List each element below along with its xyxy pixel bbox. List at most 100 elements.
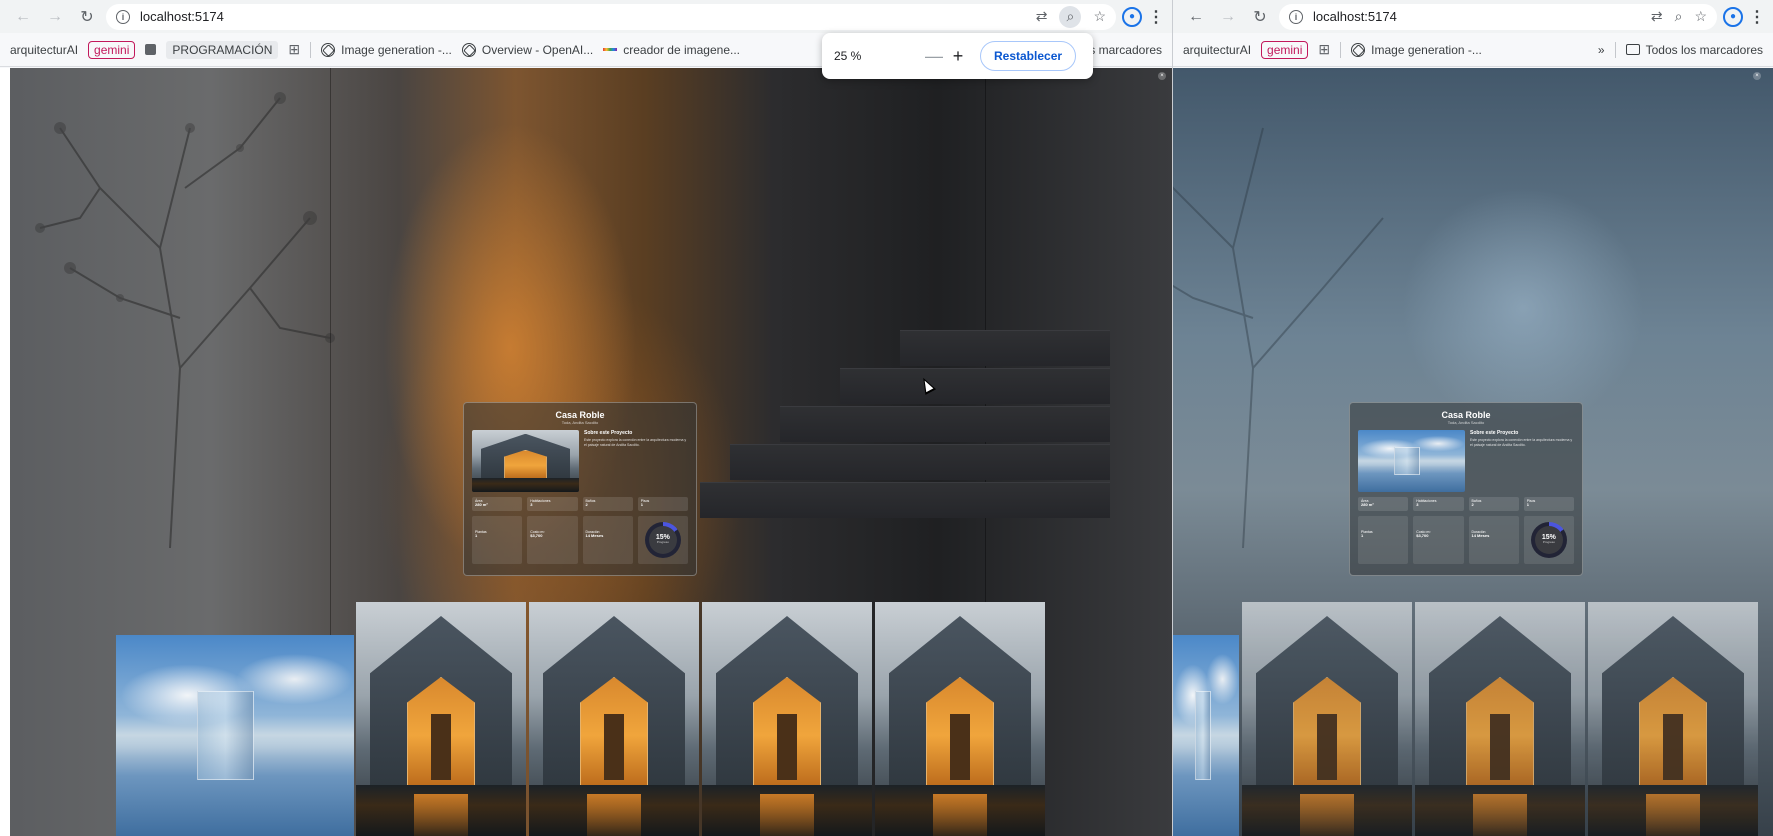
zoom-out-button[interactable]: — xyxy=(922,46,946,67)
address-bar[interactable]: i localhost:5174 ⇄ ⌕ ☆ xyxy=(106,3,1116,30)
project-image xyxy=(1358,430,1465,492)
bookmark-label: Image generation -... xyxy=(341,42,452,57)
star-icon[interactable]: ☆ xyxy=(1694,8,1707,25)
back-icon[interactable]: ← xyxy=(10,4,36,30)
gallery-thumb-house[interactable] xyxy=(529,602,699,836)
water-shape xyxy=(472,478,579,492)
stat-value: 3 xyxy=(1416,502,1419,507)
bookmark-separator xyxy=(310,41,312,58)
gallery-thumb-house[interactable] xyxy=(1242,602,1412,836)
menu-icon[interactable]: ⋮ xyxy=(1148,7,1164,27)
close-icon[interactable]: × xyxy=(1753,72,1761,80)
metric-plants: Plantas 1 xyxy=(472,516,523,564)
bookmark-image-generation[interactable]: Image generation -... xyxy=(1351,42,1482,57)
back-icon[interactable]: ← xyxy=(1183,4,1209,30)
bookmark-creador-imagenes[interactable]: creador de imagene... xyxy=(603,43,740,57)
translate-icon[interactable]: ⇄ xyxy=(1036,8,1048,25)
bookmark-arquitecturai[interactable]: arquitecturAI xyxy=(10,43,78,57)
url-text: localhost:5174 xyxy=(1313,9,1397,24)
reflection-shape xyxy=(1472,793,1528,836)
stat-rooms: Habitaciones 3 xyxy=(1413,497,1464,511)
profile-icon[interactable]: ● xyxy=(1122,6,1142,27)
page-viewport: × Casa Roble Toda, Andita Sacdito Sobre … xyxy=(1173,68,1773,836)
metric-value: 1 xyxy=(1361,533,1364,538)
grid-icon[interactable]: ⊞ xyxy=(288,41,300,58)
reload-icon[interactable]: ↻ xyxy=(1247,4,1273,30)
gauge-center: 15% Progreso xyxy=(1534,526,1563,554)
metric-cost: Costo m² $3,700 xyxy=(527,516,578,564)
stat-value: 2 xyxy=(585,502,588,507)
star-icon[interactable]: ☆ xyxy=(1093,8,1106,25)
menu-icon[interactable]: ⋮ xyxy=(1749,7,1765,27)
bookmark-gemini[interactable]: gemini xyxy=(1261,40,1309,59)
profile-icon[interactable]: ● xyxy=(1723,6,1743,27)
house-door xyxy=(1489,714,1511,780)
address-bar[interactable]: i localhost:5174 ⇄ ⌕ ☆ xyxy=(1279,3,1717,30)
forward-icon[interactable]: → xyxy=(42,4,68,30)
bookmark-arquitecturai[interactable]: arquitecturAI xyxy=(1183,43,1251,57)
project-card: Casa Roble Toda, Andita Sacdito Sobre es… xyxy=(463,402,697,576)
project-title: Casa Roble xyxy=(555,410,605,420)
close-icon[interactable]: × xyxy=(1158,72,1166,80)
house-door xyxy=(1662,714,1684,780)
gallery-thumb-house[interactable] xyxy=(875,602,1045,836)
bookmark-image-generation[interactable]: Image generation -... xyxy=(321,42,452,57)
forward-icon[interactable]: → xyxy=(1215,4,1241,30)
gallery-thumb-house[interactable] xyxy=(1415,602,1585,836)
zoom-in-button[interactable]: + xyxy=(946,46,970,67)
bookmarks-overflow-button[interactable]: » xyxy=(1598,43,1605,57)
stairs-shape xyxy=(700,330,1110,580)
zoom-icon[interactable]: ⌕ xyxy=(1059,5,1082,28)
stat-floors: Pisos 1 xyxy=(637,497,688,511)
project-metrics: Plantas 1 Costo m² $3,700 Duración 14 Meses… xyxy=(472,516,688,564)
zoom-popup: 25 % — + Restablecer xyxy=(822,33,1093,79)
project-image xyxy=(472,430,579,492)
about-text: Este proyecto explora la conexión entre … xyxy=(584,438,687,447)
gallery-thumb-house[interactable] xyxy=(702,602,872,836)
info-icon[interactable]: i xyxy=(116,9,130,24)
bookmark-programacion[interactable]: PROGRAMACIÓN xyxy=(166,40,279,59)
house-door xyxy=(430,714,452,780)
reflection-shape xyxy=(1299,793,1355,836)
gallery-thumb-glass-cube[interactable] xyxy=(1173,635,1239,836)
metric-plants: Plantas 1 xyxy=(1358,516,1409,564)
metric-value: 14 Meses xyxy=(585,533,604,538)
translate-icon[interactable]: ⇄ xyxy=(1651,8,1663,25)
stat-value: 280 m² xyxy=(1361,502,1374,507)
info-icon[interactable]: i xyxy=(1289,9,1303,24)
bookmark-all-folder[interactable]: Todos los marcadores xyxy=(1625,43,1763,57)
gauge-ring: 15% Progreso xyxy=(644,522,681,558)
zoom-icon[interactable]: ⌕ xyxy=(1675,8,1683,25)
reflection-shape xyxy=(586,793,642,836)
gallery-thumb-glass-cube[interactable] xyxy=(116,635,354,836)
tree-silhouette xyxy=(35,92,335,548)
progress-gauge: 15% Progreso xyxy=(1523,516,1574,564)
gallery-thumb-house[interactable] xyxy=(356,602,526,836)
grid-icon[interactable]: ⊞ xyxy=(1318,41,1330,58)
stat-floors: Pisos 1 xyxy=(1523,497,1574,511)
reload-icon[interactable]: ↻ xyxy=(74,4,100,30)
zoom-reset-button[interactable]: Restablecer xyxy=(980,41,1077,71)
progress-caption: Progreso xyxy=(656,540,669,544)
stair-step xyxy=(700,482,1110,518)
folder-icon xyxy=(1625,44,1640,55)
metric-value: $3,700 xyxy=(530,533,543,538)
bookmark-overview-openai[interactable]: Overview - OpenAI... xyxy=(461,42,593,57)
stat-label: Habitaciones xyxy=(530,499,551,503)
bookmark-all[interactable]: os marcadores xyxy=(1083,43,1162,57)
bookmark-label: creador de imagene... xyxy=(623,42,741,57)
bookmark-gemini[interactable]: gemini xyxy=(88,40,136,59)
stat-value: 1 xyxy=(1526,502,1529,507)
stair-step xyxy=(730,444,1110,480)
stat-baths: Baños 2 xyxy=(1468,497,1519,511)
about-title: Sobre este Proyecto xyxy=(584,430,633,436)
cube-shape xyxy=(1394,447,1421,475)
openai-icon xyxy=(1351,42,1366,57)
stair-step xyxy=(780,406,1110,442)
metric-value: 14 Meses xyxy=(1471,533,1490,538)
gallery-thumb-house[interactable] xyxy=(1588,602,1758,836)
metric-cost: Costo m² $3,700 xyxy=(1413,516,1464,564)
project-subtitle: Toda, Andita Sacdito xyxy=(1447,420,1485,425)
browser-toolbar: ← → ↻ i localhost:5174 ⇄ ⌕ ☆ ● ⋮ xyxy=(1173,0,1773,33)
page-viewport: × Casa Roble Toda, Andita Sacdito Sobre … xyxy=(0,68,1172,836)
